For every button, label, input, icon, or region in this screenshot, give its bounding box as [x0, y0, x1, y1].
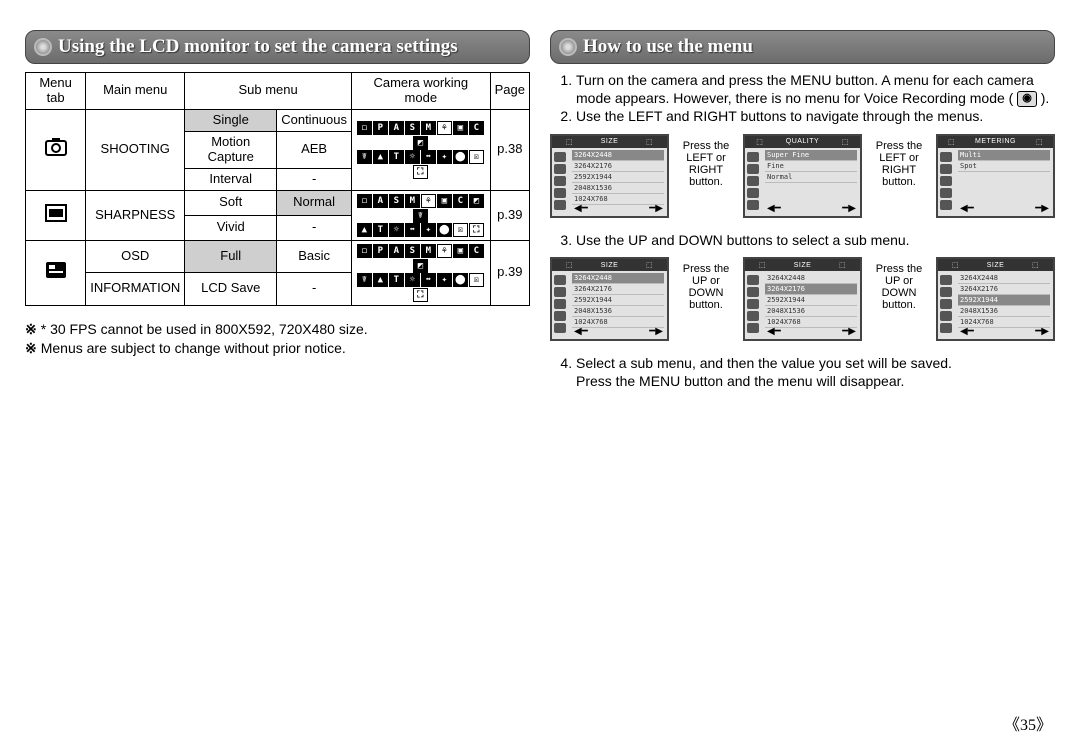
- screen-2b: ⬚SIZE⬚3264X24483264X21762592X19442048X15…: [743, 257, 862, 341]
- shooting-page: p.38: [490, 109, 529, 190]
- shooting-continuous: Continuous: [277, 109, 352, 131]
- page-number: 《35》: [1004, 711, 1052, 735]
- note-1: * 30 FPS cannot be used in 800X592, 720X…: [41, 321, 368, 337]
- th-page: Page: [490, 73, 529, 110]
- between-2b: Press the UP or DOWN button.: [872, 257, 926, 311]
- note-bullet-2: ※: [25, 340, 37, 356]
- screen-1a: ⬚SIZE⬚3264X24483264X21762592X19442048X15…: [550, 134, 669, 218]
- sharpness-vivid: Vivid: [185, 215, 277, 240]
- screens-row-2: ⬚SIZE⬚3264X24483264X21762592X19442048X15…: [550, 257, 1055, 341]
- note-bullet-1: ※: [25, 321, 37, 337]
- voice-record-icon: ◉: [1017, 91, 1037, 107]
- step-2: Use the LEFT and RIGHT buttons to naviga…: [576, 108, 1055, 126]
- sharpness-main: SHARPNESS: [86, 190, 185, 240]
- osd-page: p.39: [490, 240, 529, 305]
- shooting-motion: Motion Capture: [185, 131, 277, 168]
- settings-table: Menu tab Main menu Sub menu Camera worki…: [25, 72, 530, 306]
- left-section-title: Using the LCD monitor to set the camera …: [25, 30, 530, 64]
- sharpness-modes: ◻ASM⚘▣C◩☤ ▲T☼⬌✦⬤☒⛶: [352, 190, 491, 240]
- shooting-aeb: AEB: [277, 131, 352, 168]
- between-2a: Press the UP or DOWN button.: [679, 257, 733, 311]
- shooting-interval2: -: [277, 168, 352, 190]
- right-section-title: How to use the menu: [550, 30, 1055, 64]
- shooting-tab-icon: [26, 109, 86, 190]
- screen-2a: ⬚SIZE⬚3264X24483264X21762592X19442048X15…: [550, 257, 669, 341]
- shooting-modes: ◻PASM⚘▣C◩ ☤▲T☼⬌✦⬤☒⛶: [352, 109, 491, 190]
- step-3: Use the UP and DOWN buttons to select a …: [576, 232, 1055, 250]
- osd-lcdsave: LCD Save: [185, 273, 277, 306]
- osd-basic: Basic: [277, 240, 352, 273]
- th-sub-menu: Sub menu: [185, 73, 352, 110]
- th-menu-tab: Menu tab: [26, 73, 86, 110]
- screen-1c: ⬚METERING⬚MultiSpot◀━━▶: [936, 134, 1055, 218]
- screens-row-1: ⬚SIZE⬚3264X24483264X21762592X19442048X15…: [550, 134, 1055, 218]
- screen-2c: ⬚SIZE⬚3264X24483264X21762592X19442048X15…: [936, 257, 1055, 341]
- between-1b: Press the LEFT or RIGHT button.: [872, 134, 926, 188]
- th-camera-mode: Camera working mode: [352, 73, 491, 110]
- osd-lcdsave2: -: [277, 273, 352, 306]
- osd-main-2: INFORMATION: [86, 273, 185, 306]
- sharpness-tab-icon: [26, 190, 86, 240]
- osd-modes: ◻PASM⚘▣C◩ ☤▲T☼⬌✦⬤☒⛶: [352, 240, 491, 305]
- sharpness-normal: Normal: [277, 190, 352, 215]
- screen-1b: ⬚QUALITY⬚Super FineFineNormal◀━━▶: [743, 134, 862, 218]
- osd-full: Full: [185, 240, 277, 273]
- step-1: Turn on the camera and press the MENU bu…: [576, 72, 1055, 107]
- between-1a: Press the LEFT or RIGHT button.: [679, 134, 733, 188]
- sharpness-soft: Soft: [185, 190, 277, 215]
- step-4: Select a sub menu, and then the value yo…: [576, 355, 1055, 390]
- shooting-single: Single: [185, 109, 277, 131]
- note-2: Menus are subject to change without prio…: [41, 340, 346, 356]
- th-main-menu: Main menu: [86, 73, 185, 110]
- osd-main-1: OSD: [86, 240, 185, 273]
- shooting-main: SHOOTING: [86, 109, 185, 190]
- osd-tab-icon: [26, 240, 86, 305]
- notes-block: ※* 30 FPS cannot be used in 800X592, 720…: [25, 321, 530, 357]
- sharpness-page: p.39: [490, 190, 529, 240]
- shooting-interval: Interval: [185, 168, 277, 190]
- sharpness-vivid2: -: [277, 215, 352, 240]
